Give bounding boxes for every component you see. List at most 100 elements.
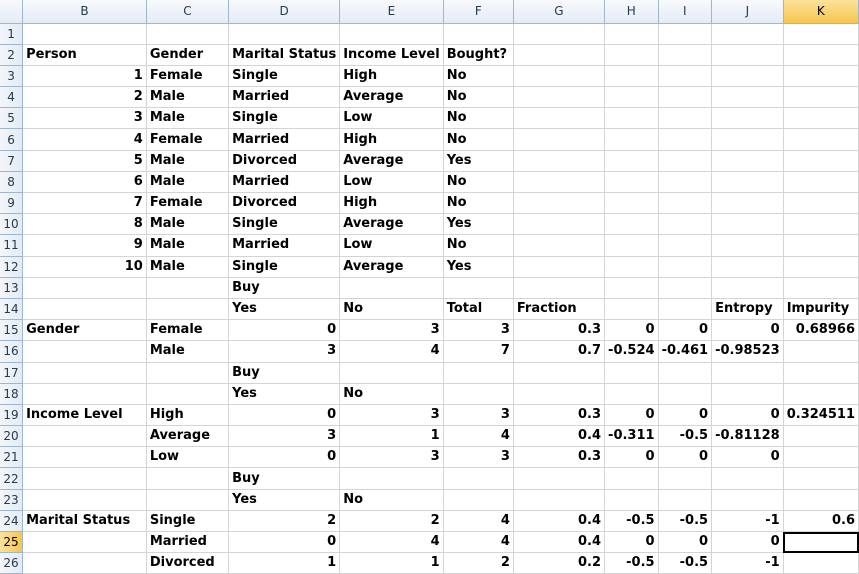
column-header-b[interactable]: B	[22, 0, 147, 24]
cell-e6[interactable]: High	[339, 128, 444, 151]
cell-k19[interactable]: 0.324511	[783, 404, 859, 427]
cell-f25[interactable]: 4	[443, 531, 514, 554]
cell-f15[interactable]: 3	[443, 319, 514, 342]
cell-j23[interactable]	[711, 489, 784, 511]
cell-k12[interactable]	[783, 256, 859, 278]
cell-j15[interactable]: 0	[711, 319, 784, 342]
cell-i16[interactable]: -0.461	[658, 340, 713, 363]
cell-d8[interactable]: Married	[228, 171, 341, 194]
cell-g22[interactable]	[513, 467, 606, 490]
cell-c9[interactable]: Female	[146, 192, 230, 215]
column-header-d[interactable]: D	[228, 0, 341, 24]
cell-c20[interactable]: Average	[146, 425, 230, 448]
cell-g2[interactable]	[513, 44, 606, 66]
column-header-f[interactable]: F	[443, 0, 514, 24]
cell-k13[interactable]	[783, 277, 859, 299]
cell-g18[interactable]	[513, 383, 606, 405]
cell-h14[interactable]	[604, 298, 659, 321]
cell-f2[interactable]: Bought?	[443, 44, 514, 66]
cell-i18[interactable]	[658, 383, 713, 405]
cell-c25[interactable]: Married	[146, 531, 230, 554]
cell-e23[interactable]: No	[339, 489, 444, 511]
cell-f24[interactable]: 4	[443, 510, 514, 533]
cell-b24[interactable]: Marital Status	[22, 510, 147, 533]
cell-g14[interactable]: Fraction	[513, 298, 606, 321]
row-header[interactable]: 11	[0, 234, 24, 257]
row-header[interactable]: 8	[0, 171, 24, 194]
select-all-corner[interactable]	[0, 0, 24, 24]
cell-e15[interactable]: 3	[339, 319, 444, 342]
cell-i2[interactable]	[658, 44, 713, 66]
row-header[interactable]: 14	[0, 298, 24, 321]
cell-d24[interactable]: 2	[228, 510, 341, 533]
row-header[interactable]: 15	[0, 319, 24, 342]
cell-e2[interactable]: Income Level	[339, 44, 444, 66]
cell-h23[interactable]	[604, 489, 659, 511]
cell-j4[interactable]	[711, 86, 784, 109]
cell-j18[interactable]	[711, 383, 784, 405]
cell-i14[interactable]	[658, 298, 713, 321]
cell-h2[interactable]	[604, 44, 659, 66]
cell-d14[interactable]: Yes	[228, 298, 341, 321]
cell-k22[interactable]	[783, 467, 859, 490]
cell-b2[interactable]: Person	[22, 44, 147, 66]
cell-b7[interactable]: 5	[22, 150, 147, 172]
cell-e5[interactable]: Low	[339, 107, 444, 130]
row-header[interactable]: 25	[0, 531, 24, 554]
cell-d18[interactable]: Yes	[228, 383, 341, 405]
cell-j12[interactable]	[711, 256, 784, 278]
cell-f20[interactable]: 4	[443, 425, 514, 448]
cell-e14[interactable]: No	[339, 298, 444, 321]
cell-g5[interactable]	[513, 107, 606, 130]
column-header-g[interactable]: G	[513, 0, 606, 24]
cell-f17[interactable]	[443, 362, 514, 384]
cell-c3[interactable]: Female	[146, 65, 230, 88]
cell-f18[interactable]	[443, 383, 514, 405]
row-header[interactable]: 17	[0, 362, 24, 384]
row-header[interactable]: 16	[0, 340, 24, 363]
cell-b25[interactable]	[22, 531, 147, 554]
row-header[interactable]: 3	[0, 65, 24, 88]
cell-k9[interactable]	[783, 192, 859, 215]
cell-j17[interactable]	[711, 362, 784, 384]
cell-f3[interactable]: No	[443, 65, 514, 88]
cell-g21[interactable]: 0.3	[513, 446, 606, 469]
row-header[interactable]: 21	[0, 446, 24, 469]
cell-h18[interactable]	[604, 383, 659, 405]
cell-b19[interactable]: Income Level	[22, 404, 147, 427]
cell-b1[interactable]	[22, 23, 147, 45]
row-header[interactable]: 6	[0, 128, 24, 151]
cell-g1[interactable]	[513, 23, 606, 45]
cell-b20[interactable]	[22, 425, 147, 448]
cell-i11[interactable]	[658, 234, 713, 257]
row-header[interactable]: 1	[0, 23, 24, 45]
cell-c22[interactable]	[146, 467, 230, 490]
cell-e24[interactable]: 2	[339, 510, 444, 533]
cell-g26[interactable]: 0.2	[513, 552, 606, 574]
cell-j25[interactable]: 0	[711, 531, 784, 554]
cell-k10[interactable]	[783, 213, 859, 236]
cell-h21[interactable]: 0	[604, 446, 659, 469]
cell-c13[interactable]	[146, 277, 230, 299]
column-header-k[interactable]: K	[783, 0, 859, 24]
cell-e4[interactable]: Average	[339, 86, 444, 109]
cell-b21[interactable]	[22, 446, 147, 469]
cell-f6[interactable]: No	[443, 128, 514, 151]
cell-e25[interactable]: 4	[339, 531, 444, 554]
cell-i23[interactable]	[658, 489, 713, 511]
cell-b18[interactable]	[22, 383, 147, 405]
cell-e12[interactable]: Average	[339, 256, 444, 278]
cell-f8[interactable]: No	[443, 171, 514, 194]
cell-c8[interactable]: Male	[146, 171, 230, 194]
cell-b4[interactable]: 2	[22, 86, 147, 109]
cell-f26[interactable]: 2	[443, 552, 514, 574]
cell-f12[interactable]: Yes	[443, 256, 514, 278]
cell-f22[interactable]	[443, 467, 514, 490]
cell-i12[interactable]	[658, 256, 713, 278]
cell-b10[interactable]: 8	[22, 213, 147, 236]
cell-c5[interactable]: Male	[146, 107, 230, 130]
cell-k15[interactable]: 0.68966	[783, 319, 859, 342]
cell-b13[interactable]	[22, 277, 147, 299]
cell-g12[interactable]	[513, 256, 606, 278]
cell-d19[interactable]: 0	[228, 404, 341, 427]
